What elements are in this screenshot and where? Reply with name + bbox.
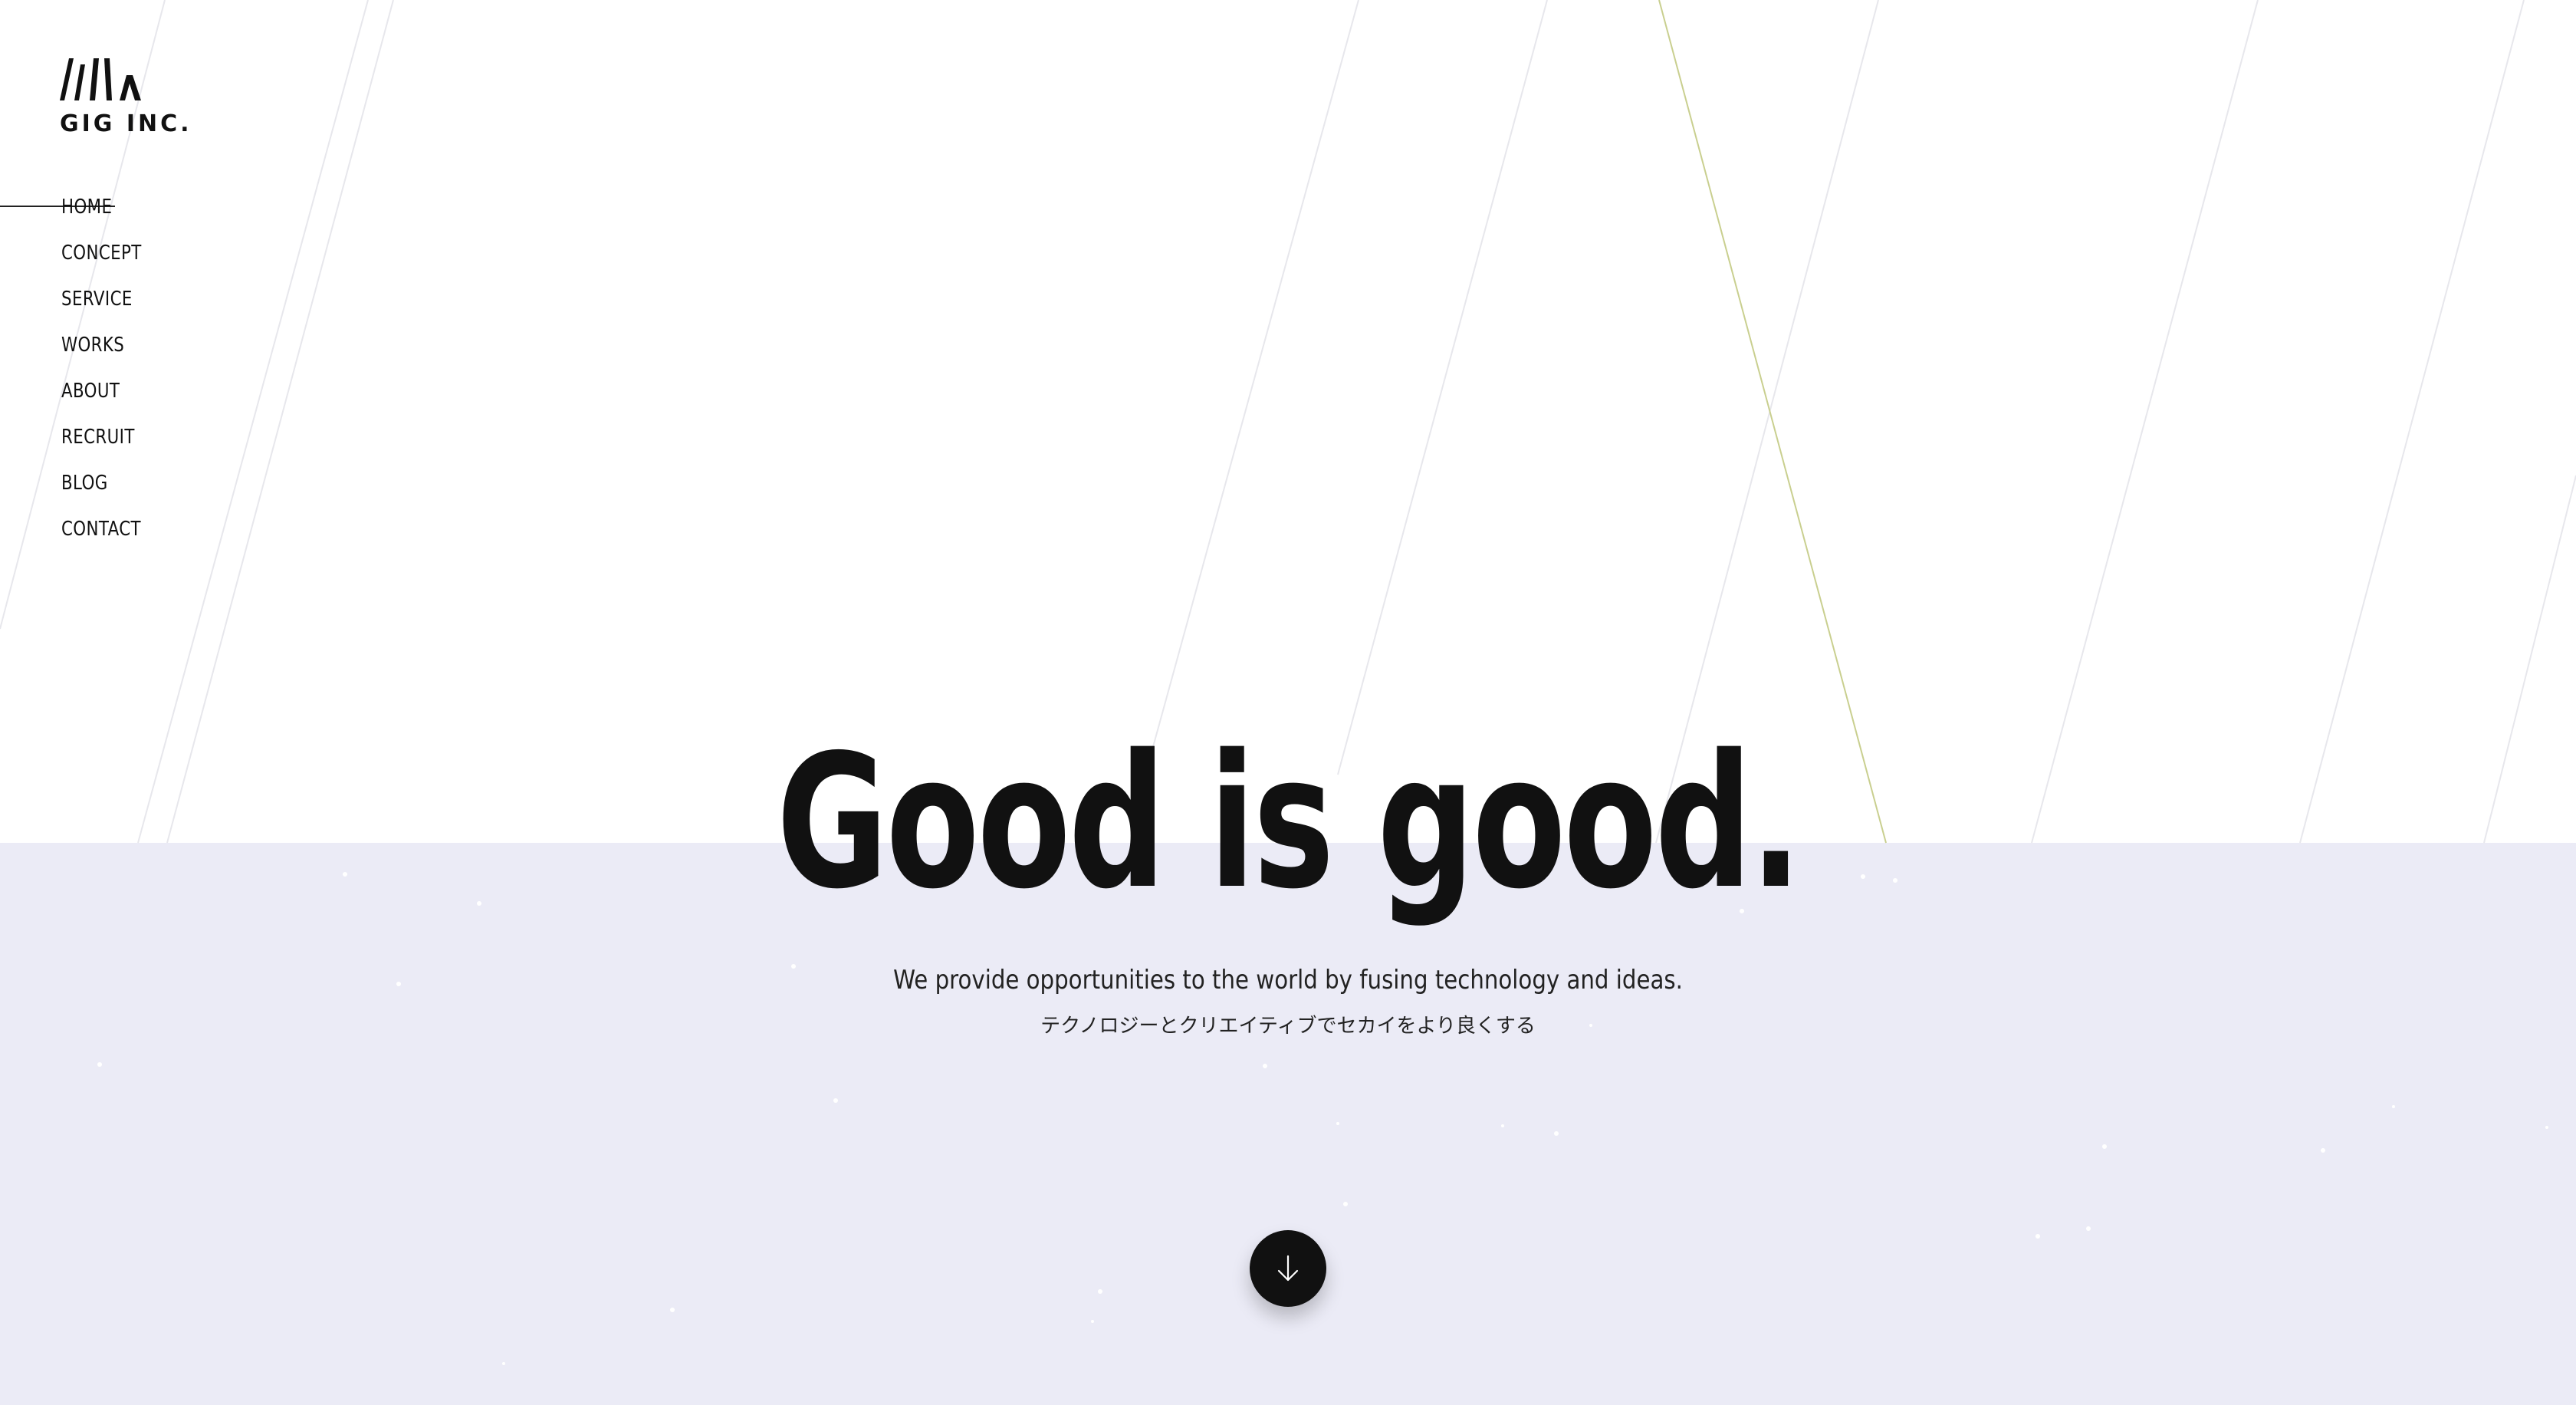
background-diagonal-lines (0, 0, 2576, 1365)
arrow-down-icon (1277, 1255, 1299, 1282)
hero-headline: Good is good. (776, 715, 1802, 930)
nav-item-blog: BLOG (61, 464, 159, 510)
nav-item-contact: CONTACT (61, 510, 159, 556)
logo-mark-icon (60, 58, 141, 100)
nav-link-service[interactable]: SERVICE (61, 280, 133, 318)
nav-item-recruit: RECRUIT (61, 418, 159, 464)
hero-tagline-japanese: テクノロジーとクリエイティブでセカイをより良くする (1040, 1015, 1536, 1038)
nav-link-works[interactable]: WORKS (61, 326, 124, 364)
nav-item-service: SERVICE (61, 280, 159, 326)
nav-link-concept[interactable]: CONCEPT (61, 234, 142, 272)
nav-link-contact[interactable]: CONTACT (61, 510, 141, 548)
nav-link-home[interactable]: HOME (61, 188, 112, 226)
logo[interactable]: GIG INC. (60, 58, 189, 138)
scroll-down-button[interactable] (1250, 1230, 1326, 1307)
logo-text: GIG INC. (60, 110, 192, 137)
nav-item-home: HOME (61, 188, 159, 234)
nav-link-blog[interactable]: BLOG (61, 464, 108, 502)
page: GIG INC. HOME CONCEPT SERVICE WORKS ABOU… (0, 0, 2576, 1405)
nav-item-about: ABOUT (61, 372, 159, 418)
hero-tagline-english: We provide opportunities to the world by… (893, 965, 1683, 995)
nav-link-about[interactable]: ABOUT (61, 372, 120, 410)
nav-item-concept: CONCEPT (61, 234, 159, 280)
nav-item-works: WORKS (61, 326, 159, 372)
main-nav: HOME CONCEPT SERVICE WORKS ABOUT RECRUIT… (61, 188, 159, 556)
nav-link-recruit[interactable]: RECRUIT (61, 418, 135, 456)
